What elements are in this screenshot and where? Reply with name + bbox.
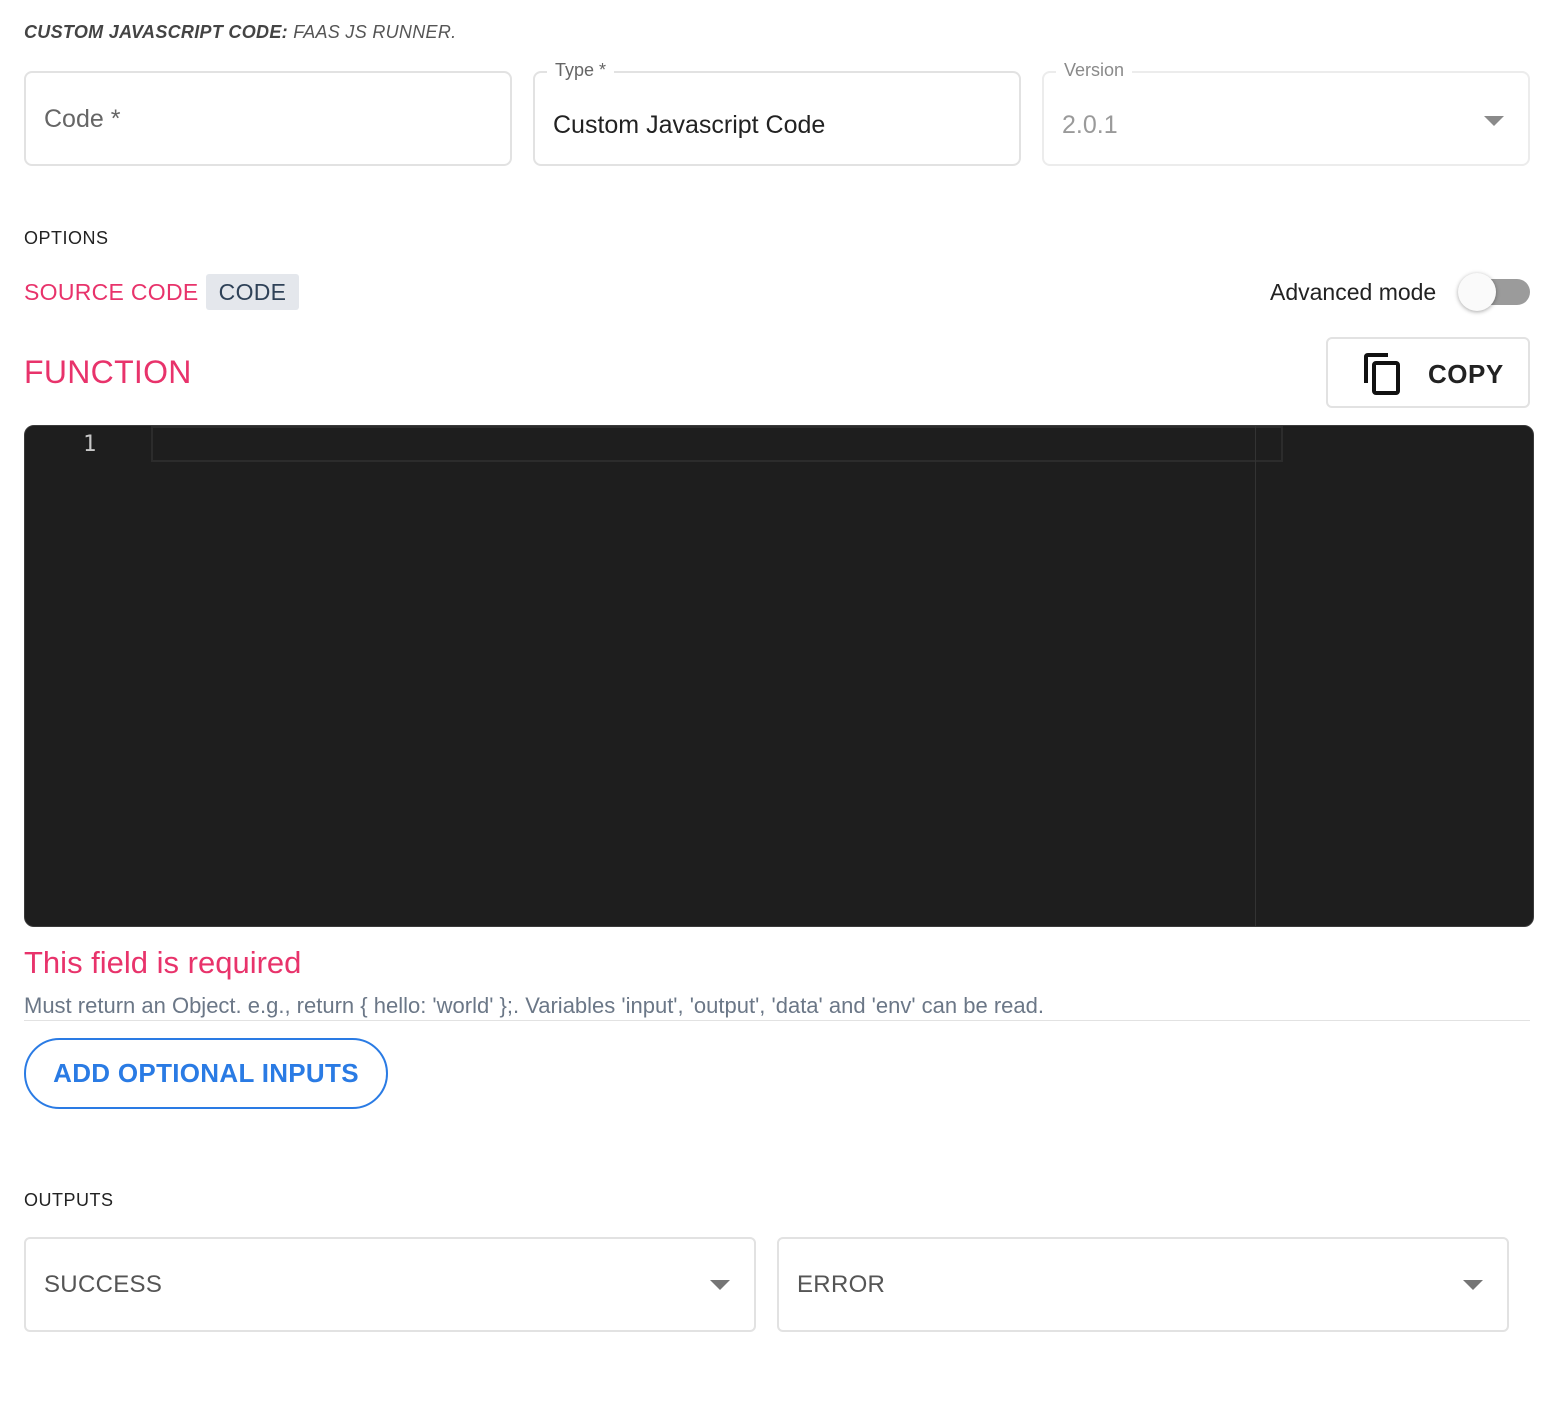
code-editor[interactable]: 1: [24, 425, 1534, 927]
node-type-label: CUSTOM JAVASCRIPT CODE:: [24, 22, 288, 42]
line-number: 1: [83, 432, 96, 457]
chevron-down-icon: [1484, 116, 1504, 126]
advanced-mode-label: Advanced mode: [1270, 279, 1436, 306]
function-title: FUNCTION: [24, 354, 192, 391]
chevron-down-icon: [710, 1280, 730, 1290]
version-select: Version 2.0.1: [1042, 71, 1530, 166]
options-section-title: OPTIONS: [24, 228, 109, 249]
copy-icon: [1362, 353, 1402, 395]
copy-button-label: COPY: [1428, 359, 1504, 390]
current-line-highlight: [151, 426, 1283, 462]
tab-code[interactable]: CODE: [206, 274, 299, 310]
code-field-placeholder: Code *: [44, 105, 120, 134]
version-select-value: 2.0.1: [1062, 111, 1118, 140]
type-field[interactable]: Type * Custom Javascript Code: [533, 71, 1021, 166]
type-field-value: Custom Javascript Code: [553, 111, 825, 140]
add-optional-inputs-button[interactable]: ADD OPTIONAL INPUTS: [24, 1038, 388, 1109]
type-field-label: Type *: [547, 60, 614, 81]
node-type-header: CUSTOM JAVASCRIPT CODE: FAAS JS RUNNER.: [24, 22, 456, 43]
divider: [24, 1020, 1530, 1021]
function-error-message: This field is required: [24, 945, 301, 981]
node-type-subtitle: FAAS JS RUNNER.: [293, 22, 456, 42]
outputs-section-title: OUTPUTS: [24, 1190, 114, 1211]
success-select-placeholder: SUCCESS: [44, 1271, 162, 1299]
success-output-select[interactable]: SUCCESS: [24, 1237, 756, 1332]
function-helper-text: Must return an Object. e.g., return { he…: [24, 993, 1044, 1019]
tab-source-code[interactable]: SOURCE CODE: [24, 279, 199, 306]
copy-button[interactable]: COPY: [1326, 337, 1530, 408]
chevron-down-icon: [1463, 1280, 1483, 1290]
code-field[interactable]: Code *: [24, 71, 512, 166]
version-select-label: Version: [1056, 60, 1132, 81]
toggle-thumb[interactable]: [1458, 273, 1496, 311]
error-output-select[interactable]: ERROR: [777, 1237, 1509, 1332]
editor-ruler: [1255, 426, 1256, 927]
error-select-placeholder: ERROR: [797, 1271, 885, 1299]
